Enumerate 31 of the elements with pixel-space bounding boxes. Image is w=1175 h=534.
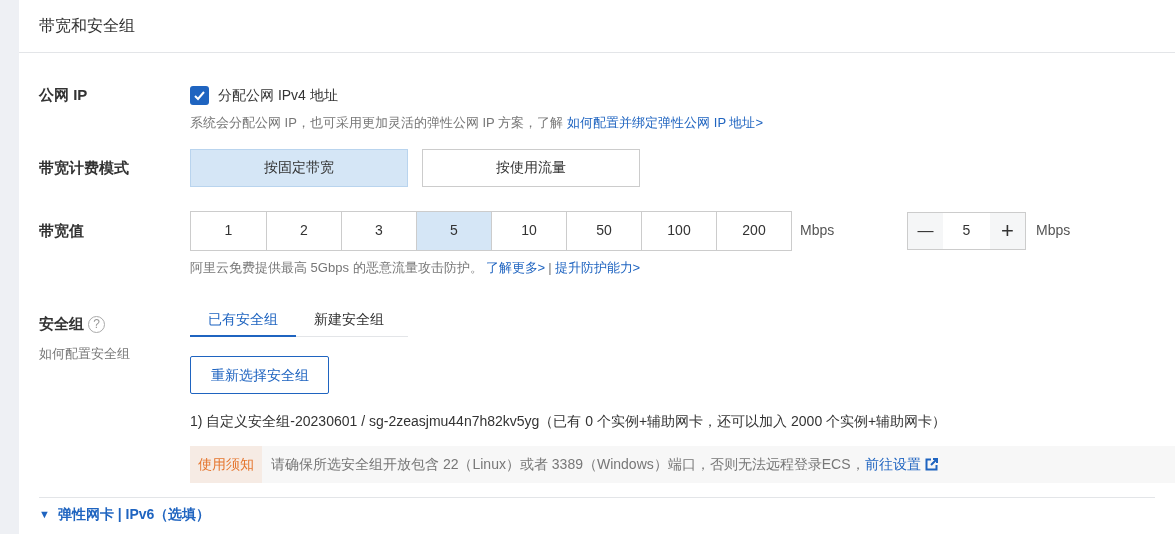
separator-text: | xyxy=(548,258,552,277)
stepper-value: 5 xyxy=(961,221,972,240)
billing-option[interactable]: 按使用流量 xyxy=(422,148,640,187)
field-label: 带宽值 xyxy=(39,220,85,241)
collapse-arrow-icon[interactable]: ▼ xyxy=(39,506,50,523)
section-title: 带宽和安全组 xyxy=(39,16,135,36)
section-toggle[interactable]: 弹性网卡 | IPv6（选填） xyxy=(57,504,211,525)
bandwidth-option[interactable]: 5 xyxy=(416,211,491,250)
external-link-icon xyxy=(924,458,938,471)
hint-link[interactable]: 提升防护能力> xyxy=(554,257,641,277)
field-label: 安全组 xyxy=(39,314,84,334)
billing-option[interactable]: 按固定带宽 xyxy=(190,148,408,187)
help-link[interactable]: 如何配置安全组 xyxy=(39,343,190,363)
field-label: 带宽计费模式 xyxy=(39,157,130,178)
minus-button[interactable]: — xyxy=(908,212,943,249)
notice-text: 请确保所选安全组开放包含 22（Linux）或者 3389（Windows）端口，否则无法远程登录ECS， xyxy=(271,455,865,474)
unit-label: Mbps xyxy=(1036,221,1071,240)
security-group-text: 1) 自定义安全组-20230601 / sg-2zeasjmu44n7h82kv5yg（已有 0 个实例+辅助网卡，还可以加入 2000 个实例+辅助网卡） xyxy=(190,412,948,431)
plus-button[interactable]: + xyxy=(990,212,1025,249)
ipv4-checkbox[interactable]: 分配公网 IPv4 地址 xyxy=(190,84,1155,106)
hint-text: 阿里云免费提供最高 5Gbps 的恶意流量攻击防护。 xyxy=(190,258,483,277)
hint-link[interactable]: 了解更多> xyxy=(485,257,546,277)
tab[interactable]: 已有安全组 xyxy=(190,303,296,337)
reselect-button[interactable]: 重新选择安全组 xyxy=(190,356,329,394)
notice-tag: 使用须知 xyxy=(190,446,262,483)
hint-text: 系统会分配公网 IP，也可采用更加灵活的弹性公网 IP 方案，了解 xyxy=(190,114,564,132)
unit-label: Mbps xyxy=(800,221,836,240)
hint-link[interactable]: 如何配置并绑定弹性公网 IP 地址> xyxy=(567,113,764,133)
field-label: 公网 IP xyxy=(39,85,89,105)
tab[interactable]: 新建安全组 xyxy=(296,303,402,337)
settings-link[interactable]: 前往设置 xyxy=(864,454,938,475)
